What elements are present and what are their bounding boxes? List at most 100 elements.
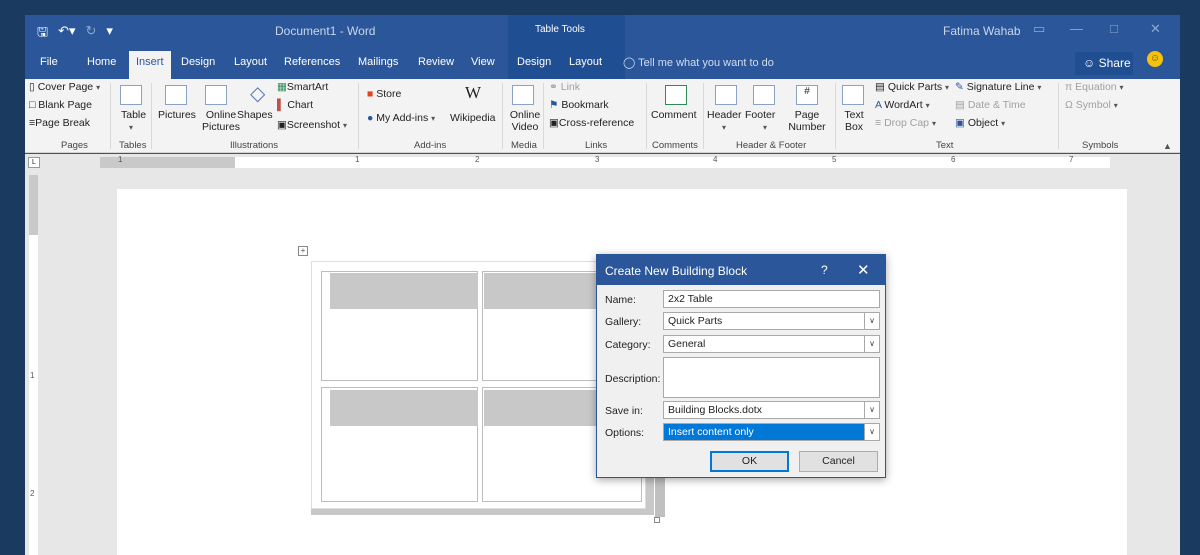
chevron-down-icon: ▾ [1119, 83, 1124, 92]
tab-layout[interactable]: Layout [234, 56, 267, 68]
store-button[interactable]: ■ Store [367, 88, 401, 100]
tab-references[interactable]: References [284, 56, 340, 68]
vertical-ruler[interactable]: 1 2 [25, 171, 42, 555]
blank-page-button[interactable]: □ Blank Page [29, 99, 92, 111]
tab-view[interactable]: View [471, 56, 495, 68]
online-video-button[interactable]: Online Video [509, 109, 541, 133]
cross-reference-button[interactable]: ▣Cross-reference [549, 117, 634, 129]
share-button[interactable]: ☺ Share [1075, 52, 1133, 75]
my-addins-button[interactable]: ● My Add-ins ▾ [367, 112, 435, 124]
tab-table-design[interactable]: Design [517, 56, 551, 68]
ok-button[interactable]: OK [710, 451, 789, 472]
tab-selector-icon[interactable]: L [28, 157, 40, 168]
signature-line-button[interactable]: ✎ Signature Line ▾ [955, 81, 1041, 93]
drop-cap-label: Drop Cap [884, 117, 930, 129]
page-number-button[interactable]: Page Number [782, 109, 832, 133]
bookmark-label: Bookmark [561, 99, 609, 111]
chart-button[interactable]: ▌ Chart [277, 99, 313, 111]
link-button[interactable]: ⚭ Link [549, 81, 580, 93]
close-icon[interactable]: ✕ [857, 261, 870, 279]
omega-icon: Ω [1065, 99, 1073, 111]
tell-me-box[interactable]: ◯ Tell me what you want to do [623, 56, 774, 69]
name-field[interactable]: 2x2 Table [663, 290, 880, 308]
tab-file[interactable]: File [40, 56, 58, 68]
ribbon-display-options-icon[interactable]: ▭ [1033, 21, 1045, 37]
smartart-button[interactable]: ▦SmartArt [277, 81, 328, 93]
chevron-down-icon[interactable]: ∨ [864, 423, 880, 441]
chevron-down-icon: ▾ [431, 114, 436, 123]
table-move-handle-icon[interactable]: + [298, 246, 308, 256]
redo-icon[interactable]: ↻ [86, 23, 97, 45]
page-break-button[interactable]: ≡Page Break [29, 117, 90, 129]
options-select[interactable]: Insert content only ∨ [663, 423, 880, 441]
group-divider [502, 83, 503, 149]
table-button[interactable]: Table [121, 109, 146, 121]
options-label: Options: [605, 427, 645, 439]
save-in-label: Save in: [605, 405, 643, 417]
minimize-icon[interactable]: — [1070, 21, 1083, 36]
group-divider [151, 83, 152, 149]
chevron-down-icon[interactable]: ∨ [864, 335, 880, 353]
user-name[interactable]: Fatima Wahab [943, 24, 1021, 38]
save-icon[interactable]: 🖫 [37, 23, 48, 45]
cancel-button[interactable]: Cancel [799, 451, 878, 472]
pictures-button[interactable]: Pictures [158, 109, 196, 121]
horizontal-ruler[interactable]: L 1 1 2 3 4 5 6 7 [25, 154, 1180, 171]
bookmark-icon: ⚑ [549, 99, 559, 111]
save-in-value: Building Blocks.dotx [668, 404, 762, 416]
ruler-number: 1 [118, 155, 123, 164]
drop-cap-button[interactable]: ≡ Drop Cap ▾ [875, 117, 936, 129]
footer-button[interactable]: Footer [745, 109, 775, 121]
feedback-smiley-icon[interactable]: ☺ [1147, 51, 1163, 67]
dialog-title: Create New Building Block [605, 264, 748, 278]
blank-page-label: Blank Page [38, 99, 92, 111]
group-label-header-footer: Header & Footer [736, 140, 807, 151]
chart-label: Chart [287, 99, 314, 111]
object-button[interactable]: ▣ Object ▾ [955, 117, 1005, 129]
tab-review[interactable]: Review [418, 56, 454, 68]
customize-qat-icon[interactable]: ▾ [106, 23, 113, 45]
cell-shading [330, 390, 478, 426]
equation-button[interactable]: π Equation ▾ [1065, 81, 1124, 93]
tab-table-layout[interactable]: Layout [569, 56, 602, 68]
tell-me-text: Tell me what you want to do [638, 57, 774, 69]
header-button[interactable]: Header [707, 109, 741, 121]
quick-parts-button[interactable]: ▤ Quick Parts ▾ [875, 81, 949, 93]
wikipedia-button[interactable]: Wikipedia [450, 112, 496, 124]
quick-parts-icon: ▤ [875, 81, 885, 93]
tab-home[interactable]: Home [87, 56, 116, 68]
maximize-icon[interactable]: □ [1110, 21, 1118, 36]
wikipedia-icon: W [465, 83, 482, 102]
tab-mailings[interactable]: Mailings [358, 56, 398, 68]
undo-icon[interactable]: ↶▾ [58, 23, 75, 45]
wordart-button[interactable]: A WordArt ▾ [875, 99, 930, 111]
collapse-ribbon-icon[interactable]: ▲ [1163, 141, 1172, 151]
group-label-comments: Comments [652, 140, 698, 151]
shapes-button[interactable]: Shapes [237, 109, 273, 121]
gallery-select[interactable]: Quick Parts ∨ [663, 312, 880, 330]
category-label: Category: [605, 339, 651, 351]
close-window-icon[interactable]: ✕ [1150, 21, 1161, 37]
table-resize-handle-icon[interactable] [654, 517, 660, 523]
tab-design[interactable]: Design [181, 56, 215, 68]
help-button[interactable]: ? [821, 263, 828, 277]
chevron-down-icon[interactable]: ∨ [864, 401, 880, 419]
screenshot-button[interactable]: ▣Screenshot ▾ [277, 119, 347, 131]
ruler-number: 4 [713, 155, 718, 164]
description-field[interactable] [663, 357, 880, 398]
smartart-icon: ▦ [277, 81, 287, 93]
save-in-select[interactable]: Building Blocks.dotx ∨ [663, 401, 880, 419]
comment-button[interactable]: Comment [651, 109, 697, 121]
chevron-down-icon[interactable]: ∨ [864, 312, 880, 330]
text-box-button[interactable]: Text Box [840, 109, 868, 133]
category-select[interactable]: General ∨ [663, 335, 880, 353]
symbol-button[interactable]: Ω Symbol ▾ [1065, 99, 1118, 111]
tab-insert[interactable]: Insert [129, 51, 171, 79]
page-break-label: Page Break [35, 117, 91, 129]
document-title: Document1 - Word [275, 24, 376, 38]
bookmark-button[interactable]: ⚑ Bookmark [549, 99, 609, 111]
cross-reference-icon: ▣ [549, 117, 559, 129]
online-pictures-button[interactable]: Online Pictures [201, 109, 241, 133]
date-time-button[interactable]: ▤ Date & Time [955, 99, 1026, 111]
cover-page-button[interactable]: ▯ Cover Page ▾ [29, 81, 100, 93]
